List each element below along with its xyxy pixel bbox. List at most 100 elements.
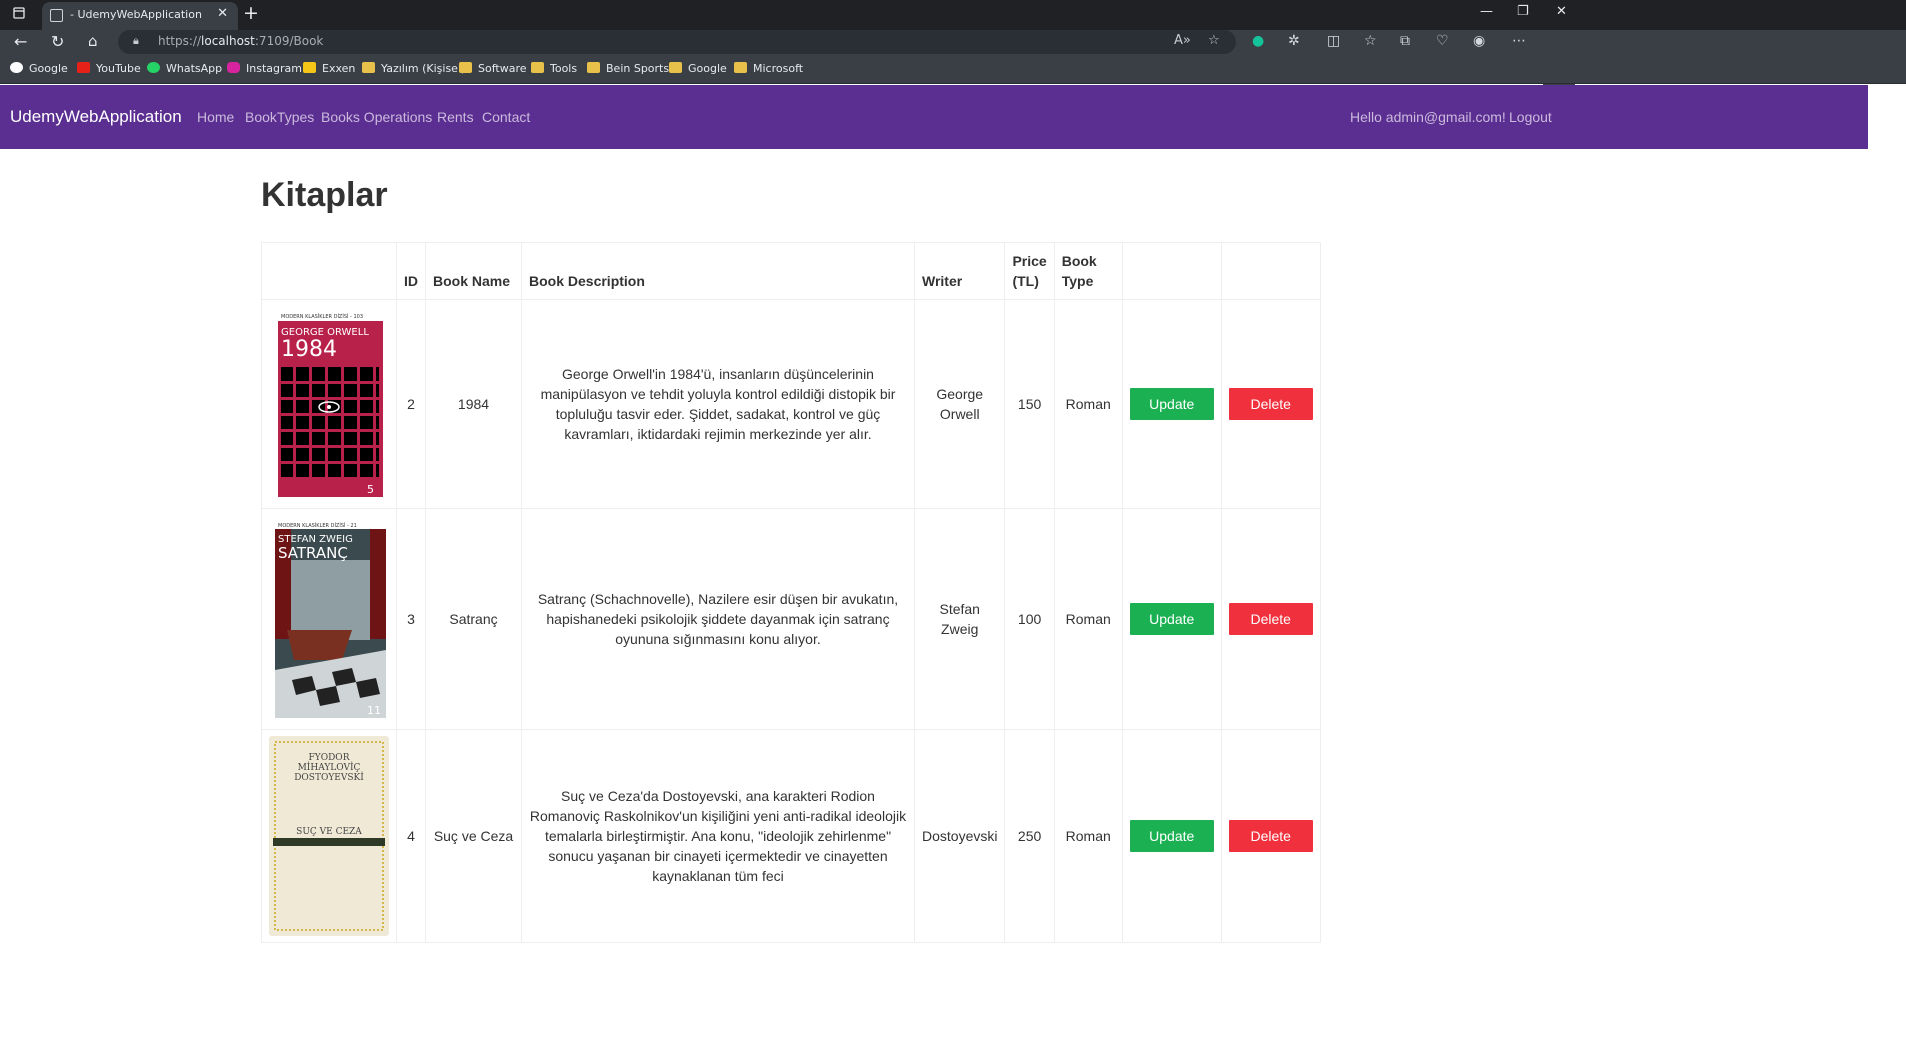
- bookmark-folder-software[interactable]: Software: [459, 62, 527, 75]
- restore-icon[interactable]: ❐: [1517, 4, 1529, 19]
- delete-cell: Delete: [1220, 729, 1321, 943]
- lock-icon: 🔒︎: [133, 34, 139, 47]
- close-tab-icon[interactable]: ✕: [217, 6, 228, 21]
- instagram-icon: [227, 62, 240, 73]
- book-description: Suç ve Ceza'da Dostoyevski, ana karakter…: [521, 729, 915, 943]
- bookmark-exxen[interactable]: Exxen: [303, 62, 355, 75]
- book-id: 2: [396, 299, 426, 509]
- cover-series-text: MODERN KLASİKLER DİZİSİ - 21: [278, 522, 357, 529]
- bookmarks-bar: Google YouTube WhatsApp Instagram Exxen …: [0, 56, 1906, 84]
- delete-button[interactable]: Delete: [1228, 603, 1313, 635]
- back-icon[interactable]: ←: [14, 32, 27, 51]
- book-type: Roman: [1053, 508, 1123, 730]
- update-cell: Update: [1121, 729, 1222, 943]
- table-row: MODERN KLASİKLER DİZİSİ - 21 STEFAN ZWEI…: [261, 508, 1321, 730]
- profile-avatar-icon[interactable]: ◉: [1473, 33, 1485, 49]
- book-name: 1984: [425, 299, 522, 509]
- cover-title-text: SATRANÇ: [278, 544, 348, 562]
- nav-link-contact[interactable]: Contact: [482, 109, 530, 125]
- header-image: [261, 242, 397, 300]
- book-type: Roman: [1053, 729, 1123, 943]
- delete-button[interactable]: Delete: [1228, 820, 1313, 852]
- header-delete: [1220, 242, 1321, 300]
- cover-title-text: SUÇ VE CEZA: [296, 827, 362, 837]
- whatsapp-icon: [147, 62, 160, 73]
- header-book-type: Book Type: [1053, 242, 1123, 300]
- browser-tab-bar: - UdemyWebApplication ✕ + — ❐ ✕: [0, 0, 1906, 30]
- tab-actions-icon[interactable]: [8, 3, 30, 27]
- google-icon: [10, 62, 23, 73]
- extensions-icon[interactable]: ✲: [1288, 33, 1300, 49]
- update-cell: Update: [1121, 508, 1222, 730]
- update-cell: Update: [1121, 299, 1222, 509]
- book-writer: Dostoyevski: [913, 729, 1006, 943]
- brand-link[interactable]: UdemyWebApplication: [10, 107, 182, 127]
- user-greeting-link[interactable]: Hello admin@gmail.com!: [1350, 109, 1506, 125]
- svg-text:DOSTOYEVSKİ: DOSTOYEVSKİ: [294, 771, 364, 783]
- book-cover-image: MODERN KLASİKLER DİZİSİ - 21 STEFAN ZWEI…: [272, 520, 386, 718]
- book-name: Suç ve Ceza: [425, 729, 522, 943]
- page-favicon-icon: [50, 9, 63, 22]
- book-description: George Orwell'in 1984'ü, insanların düşü…: [521, 299, 915, 509]
- folder-icon: [587, 62, 600, 73]
- header-writer: Writer: [913, 242, 1006, 300]
- close-window-icon[interactable]: ✕: [1556, 4, 1567, 19]
- book-cover-cell: MODERN KLASİKLER DİZİSİ - 103 GEORGE ORW…: [261, 299, 397, 509]
- page-title: Kitaplar: [261, 176, 388, 214]
- book-id: 3: [396, 508, 426, 730]
- exxen-icon: [303, 62, 316, 73]
- bookmark-folder-microsoft[interactable]: Microsoft: [734, 62, 803, 75]
- minimize-icon[interactable]: —: [1480, 4, 1493, 19]
- bookmark-whatsapp[interactable]: WhatsApp: [147, 62, 222, 75]
- update-button[interactable]: Update: [1129, 603, 1214, 635]
- bookmark-instagram[interactable]: Instagram: [227, 62, 302, 75]
- tab-title: - UdemyWebApplication: [70, 8, 202, 21]
- book-cover-cell: MODERN KLASİKLER DİZİSİ - 21 STEFAN ZWEI…: [261, 508, 397, 730]
- browser-essentials-icon[interactable]: ♡: [1436, 33, 1449, 49]
- svg-text:MİHAYLOVİÇ: MİHAYLOVİÇ: [298, 761, 361, 773]
- more-options-icon[interactable]: ⋯: [1512, 33, 1526, 49]
- bookmark-folder-bein-sports[interactable]: Bein Sports: [587, 62, 669, 75]
- address-toolbar: ← ↻ ⌂ 🔒︎ https://localhost:7109/Book A» …: [0, 30, 1906, 86]
- app-navbar: UdemyWebApplication Home BookTypes Books…: [0, 85, 1868, 149]
- favorite-star-icon[interactable]: ☆: [1208, 33, 1220, 48]
- grammarly-icon[interactable]: ●: [1252, 33, 1264, 49]
- nav-link-home[interactable]: Home: [197, 109, 234, 125]
- book-price: 150: [1004, 299, 1055, 509]
- browser-tab-active[interactable]: - UdemyWebApplication ✕: [42, 2, 238, 30]
- update-button[interactable]: Update: [1129, 820, 1214, 852]
- nav-link-booktypes[interactable]: BookTypes: [245, 109, 314, 125]
- bookmark-folder-tools[interactable]: Tools: [531, 62, 577, 75]
- refresh-icon[interactable]: ↻: [51, 32, 64, 51]
- bookmark-folder-google[interactable]: Google: [669, 62, 727, 75]
- book-name: Satranç: [425, 508, 522, 730]
- nav-link-rents[interactable]: Rents: [437, 109, 474, 125]
- delete-cell: Delete: [1220, 508, 1321, 730]
- bookmark-folder-yazilim[interactable]: Yazılım (Kişisel): [362, 62, 465, 75]
- home-icon[interactable]: ⌂: [88, 32, 98, 50]
- bookmark-youtube[interactable]: YouTube: [77, 62, 141, 75]
- url-text: https://localhost:7109/Book: [158, 34, 324, 48]
- update-button[interactable]: Update: [1129, 388, 1214, 420]
- cover-series-text: MODERN KLASİKLER DİZİSİ - 103: [281, 313, 363, 320]
- book-cover-image: MODERN KLASİKLER DİZİSİ - 103 GEORGE ORW…: [275, 311, 383, 497]
- favorites-icon[interactable]: ☆: [1364, 33, 1377, 49]
- bookmark-google[interactable]: Google: [10, 62, 68, 75]
- header-id: ID: [396, 242, 426, 300]
- folder-icon: [734, 62, 747, 73]
- book-cover-cell: FYODOR MİHAYLOVİÇ DOSTOYEVSKİ SUÇ VE CEZ…: [261, 729, 397, 943]
- read-aloud-icon[interactable]: A»: [1174, 33, 1191, 48]
- new-tab-icon[interactable]: +: [243, 2, 259, 24]
- table-row: MODERN KLASİKLER DİZİSİ - 103 GEORGE ORW…: [261, 299, 1321, 509]
- logout-link[interactable]: Logout: [1509, 109, 1552, 125]
- split-screen-icon[interactable]: ◫: [1327, 33, 1340, 49]
- nav-link-books-operations[interactable]: Books Operations: [321, 109, 432, 125]
- collections-icon[interactable]: ⧉: [1400, 33, 1410, 49]
- book-cover-image: FYODOR MİHAYLOVİÇ DOSTOYEVSKİ SUÇ VE CEZ…: [269, 736, 389, 936]
- cover-number-text: 5: [367, 483, 374, 496]
- url-input[interactable]: 🔒︎ https://localhost:7109/Book A» ☆: [118, 30, 1236, 54]
- folder-icon: [669, 62, 682, 73]
- header-book-description: Book Description: [521, 242, 915, 300]
- cover-number-text: 11: [367, 704, 381, 717]
- delete-button[interactable]: Delete: [1228, 388, 1313, 420]
